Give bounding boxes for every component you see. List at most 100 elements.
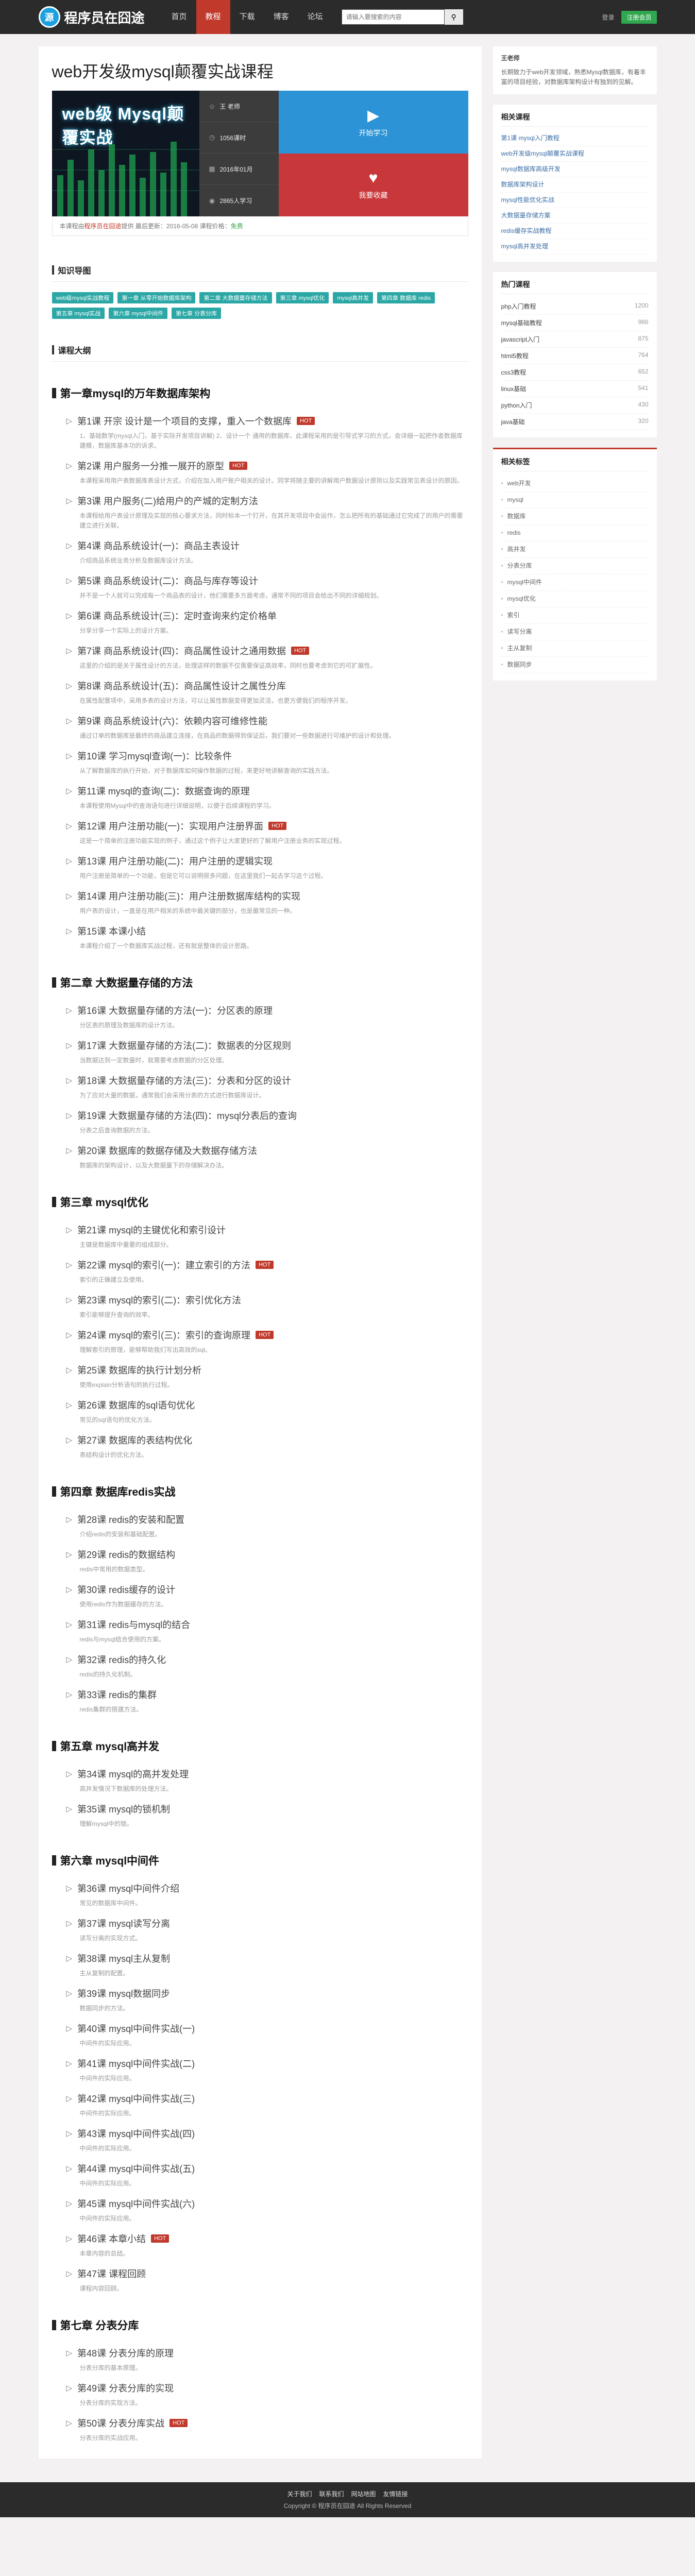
knowledge-tag[interactable]: 第七章 分表分库	[172, 308, 222, 319]
lesson-title[interactable]: ▷ 第29课 redis的数据结构	[66, 1548, 468, 1561]
provider-name[interactable]: 程序员在囧途	[84, 223, 122, 230]
lesson-title-text[interactable]: 第43课 mysql中间件实战(四)	[77, 2127, 195, 2140]
sidebar-tag-link[interactable]: mysql中间件	[501, 574, 649, 591]
lesson-title[interactable]: ▷ 第4课 商品系统设计(一)：商品主表设计	[66, 539, 468, 552]
lesson-title[interactable]: ▷ 第5课 商品系统设计(二)：商品与库存等设计	[66, 574, 468, 587]
related-course-link[interactable]: mysql性能优化实战	[501, 193, 649, 208]
lesson-title-text[interactable]: 第44课 mysql中间件实战(五)	[77, 2162, 195, 2175]
sidebar-tag-link[interactable]: 数据同步	[501, 657, 649, 673]
nav-item[interactable]: 下载	[230, 0, 264, 34]
lesson-title-text[interactable]: 第36课 mysql中间件介绍	[77, 1882, 179, 1895]
lesson-title[interactable]: ▷ 第11课 mysql的查询(二)：数据查询的原理	[66, 784, 468, 798]
lesson-title-text[interactable]: 第1课 开宗 设计是一个项目的支撑，重入一个数据库	[77, 414, 292, 428]
lesson-title-text[interactable]: 第8课 商品系统设计(五)：商品属性设计之属性分库	[77, 679, 286, 692]
sidebar-tag-link[interactable]: 数据库	[501, 509, 649, 525]
related-course-link[interactable]: 第1课 mysql入门教程	[501, 131, 649, 146]
lesson-title[interactable]: ▷ 第2课 用户服务一分推一展开的原型 HOT	[66, 459, 468, 472]
related-course-link[interactable]: 数据库架构设计	[501, 177, 649, 193]
lesson-title-text[interactable]: 第6课 商品系统设计(三)：定时查询来约定价格单	[77, 609, 277, 622]
lesson-title[interactable]: ▷ 第41课 mysql中间件实战(二)	[66, 2057, 468, 2070]
sidebar-tag-link[interactable]: 分表分库	[501, 558, 649, 574]
hot-course-item[interactable]: linux基础 541	[501, 381, 649, 397]
lesson-title[interactable]: ▷ 第45课 mysql中间件实战(六)	[66, 2197, 468, 2210]
knowledge-tag[interactable]: mysql高并发	[333, 292, 374, 303]
lesson-title[interactable]: ▷ 第16课 大数据量存储的方法(一)：分区表的原理	[66, 1004, 468, 1017]
related-course-link[interactable]: 大数据量存储方案	[501, 208, 649, 224]
lesson-title-text[interactable]: 第14课 用户注册功能(三)：用户注册数据库结构的实现	[77, 889, 300, 903]
lesson-title-text[interactable]: 第15课 本课小结	[77, 924, 146, 938]
lesson-title[interactable]: ▷ 第38课 mysql主从复制	[66, 1952, 468, 1965]
lesson-title-text[interactable]: 第4课 商品系统设计(一)：商品主表设计	[77, 539, 240, 552]
lesson-title-text[interactable]: 第18课 大数据量存储的方法(三)：分表和分区的设计	[77, 1074, 291, 1087]
lesson-title[interactable]: ▷ 第40课 mysql中间件实战(一)	[66, 2022, 468, 2035]
sidebar-tag-link[interactable]: mysql优化	[501, 591, 649, 607]
related-course-link[interactable]: mysql高并发处理	[501, 239, 649, 255]
hot-course-title[interactable]: linux基础	[501, 384, 527, 393]
lesson-title[interactable]: ▷ 第27课 数据库的表结构优化	[66, 1433, 468, 1447]
lesson-title-text[interactable]: 第39课 mysql数据同步	[77, 1987, 170, 2000]
hot-course-item[interactable]: java基础 320	[501, 414, 649, 430]
lesson-title[interactable]: ▷ 第35课 mysql的锁机制	[66, 1802, 468, 1816]
lesson-title[interactable]: ▷ 第33课 redis的集群	[66, 1688, 468, 1701]
lesson-title-text[interactable]: 第5课 商品系统设计(二)：商品与库存等设计	[77, 574, 258, 587]
sidebar-tag-link[interactable]: redis	[501, 525, 649, 541]
lesson-title[interactable]: ▷ 第49课 分表分库的实现	[66, 2381, 468, 2395]
lesson-title-text[interactable]: 第42课 mysql中间件实战(三)	[77, 2092, 195, 2105]
hot-course-title[interactable]: html5教程	[501, 351, 529, 360]
hot-course-title[interactable]: css3教程	[501, 368, 527, 377]
search-input[interactable]	[341, 9, 445, 25]
lesson-title[interactable]: ▷ 第15课 本课小结	[66, 924, 468, 938]
knowledge-tag[interactable]: 第四章 数据库 redis	[377, 292, 435, 303]
lesson-title[interactable]: ▷ 第30课 redis缓存的设计	[66, 1583, 468, 1596]
site-logo[interactable]: 源 程序员在囧途	[38, 6, 145, 28]
lesson-title-text[interactable]: 第32课 redis的持久化	[77, 1653, 166, 1666]
nav-item[interactable]: 首页	[162, 0, 196, 34]
search-button[interactable]: ⚲	[444, 9, 463, 25]
lesson-title-text[interactable]: 第13课 用户注册功能(二)：用户注册的逻辑实现	[77, 854, 273, 868]
sidebar-tag-link[interactable]: 索引	[501, 607, 649, 624]
lesson-title-text[interactable]: 第47课 课程回顾	[77, 2267, 146, 2280]
lesson-title-text[interactable]: 第40课 mysql中间件实战(一)	[77, 2022, 195, 2035]
lesson-title-text[interactable]: 第30课 redis缓存的设计	[77, 1583, 175, 1596]
login-link[interactable]: 登录	[602, 13, 614, 22]
lesson-title[interactable]: ▷ 第31课 redis与mysql的结合	[66, 1618, 468, 1631]
lesson-title[interactable]: ▷ 第12课 用户注册功能(一)：实现用户注册界面 HOT	[66, 819, 468, 833]
lesson-title[interactable]: ▷ 第25课 数据库的执行计划分析	[66, 1363, 468, 1377]
lesson-title[interactable]: ▷ 第20课 数据库的数据存储及大数据存储方法	[66, 1144, 468, 1157]
lesson-title[interactable]: ▷ 第44课 mysql中间件实战(五)	[66, 2162, 468, 2175]
related-course-link[interactable]: redis缓存实战教程	[501, 224, 649, 239]
lesson-title[interactable]: ▷ 第37课 mysql读写分离	[66, 1917, 468, 1930]
register-button[interactable]: 注册会员	[621, 10, 657, 24]
knowledge-tag[interactable]: web级mysql实战教程	[52, 292, 114, 303]
lesson-title[interactable]: ▷ 第36课 mysql中间件介绍	[66, 1882, 468, 1895]
lesson-title[interactable]: ▷ 第50课 分表分库实战 HOT	[66, 2416, 468, 2430]
lesson-title-text[interactable]: 第37课 mysql读写分离	[77, 1917, 170, 1930]
lesson-title[interactable]: ▷ 第6课 商品系统设计(三)：定时查询来约定价格单	[66, 609, 468, 622]
lesson-title[interactable]: ▷ 第48课 分表分库的原理	[66, 2346, 468, 2360]
lesson-title[interactable]: ▷ 第7课 商品系统设计(四)：商品属性设计之通用数据 HOT	[66, 644, 468, 657]
start-learning-button[interactable]: ▶ 开始学习	[278, 91, 468, 154]
lesson-title[interactable]: ▷ 第32课 redis的持久化	[66, 1653, 468, 1666]
knowledge-tag[interactable]: 第三章 mysql优化	[276, 292, 329, 303]
lesson-title[interactable]: ▷ 第13课 用户注册功能(二)：用户注册的逻辑实现	[66, 854, 468, 868]
lesson-title-text[interactable]: 第45课 mysql中间件实战(六)	[77, 2197, 195, 2210]
sidebar-tag-link[interactable]: 主从复制	[501, 640, 649, 657]
lesson-title[interactable]: ▷ 第46课 本章小结 HOT	[66, 2232, 468, 2245]
lesson-title-text[interactable]: 第34课 mysql的高并发处理	[77, 1767, 189, 1781]
lesson-title[interactable]: ▷ 第47课 课程回顾	[66, 2267, 468, 2280]
footer-link[interactable]: 友情链接	[383, 2489, 408, 2498]
lesson-title[interactable]: ▷ 第1课 开宗 设计是一个项目的支撑，重入一个数据库 HOT	[66, 414, 468, 428]
hot-course-title[interactable]: php入门教程	[501, 302, 536, 311]
lesson-title-text[interactable]: 第25课 数据库的执行计划分析	[77, 1363, 201, 1377]
lesson-title-text[interactable]: 第22课 mysql的索引(一)：建立索引的方法	[77, 1258, 250, 1272]
lesson-title-text[interactable]: 第24课 mysql的索引(三)：索引的查询原理	[77, 1328, 250, 1342]
lesson-title-text[interactable]: 第7课 商品系统设计(四)：商品属性设计之通用数据	[77, 644, 286, 657]
lesson-title-text[interactable]: 第35课 mysql的锁机制	[77, 1802, 170, 1816]
lesson-title[interactable]: ▷ 第21课 mysql的主键优化和索引设计	[66, 1223, 468, 1236]
lesson-title-text[interactable]: 第21课 mysql的主键优化和索引设计	[77, 1223, 226, 1236]
lesson-title-text[interactable]: 第20课 数据库的数据存储及大数据存储方法	[77, 1144, 257, 1157]
hot-course-title[interactable]: mysql基础教程	[501, 318, 542, 327]
lesson-title[interactable]: ▷ 第42课 mysql中间件实战(三)	[66, 2092, 468, 2105]
lesson-title[interactable]: ▷ 第19课 大数据量存储的方法(四)：mysql分表后的查询	[66, 1109, 468, 1122]
lesson-title[interactable]: ▷ 第26课 数据库的sql语句优化	[66, 1398, 468, 1412]
